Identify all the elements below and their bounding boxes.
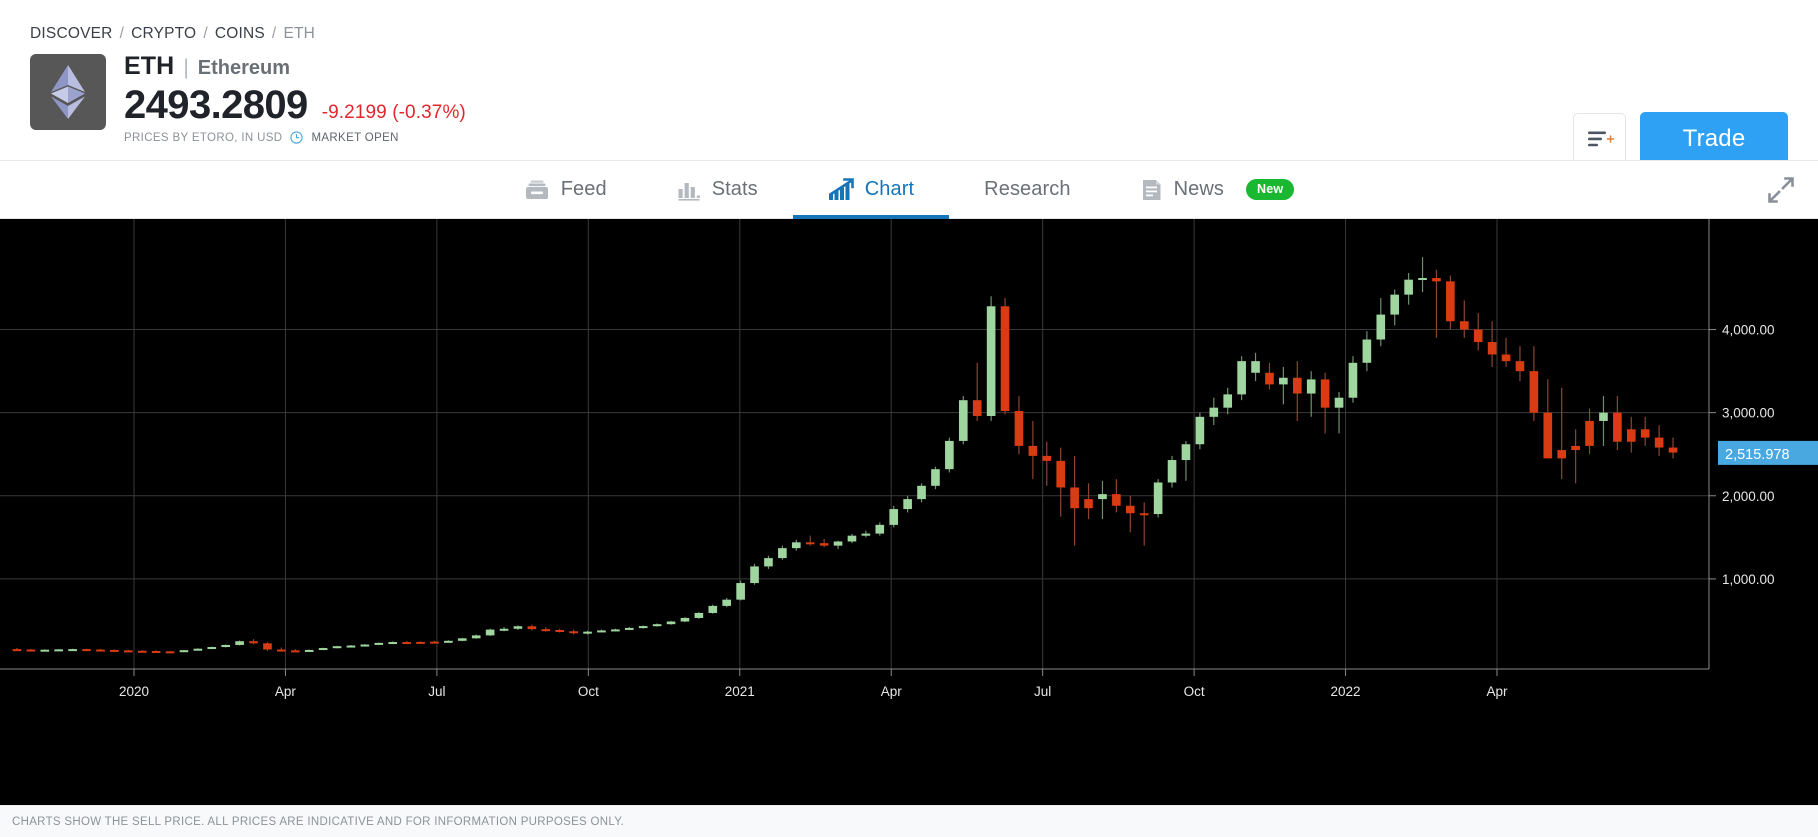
tab-label-research: Research	[984, 178, 1071, 200]
chart-disclaimer: CHARTS SHOW THE SELL PRICE. ALL PRICES A…	[0, 805, 1818, 837]
tab-stats[interactable]: Stats	[642, 161, 793, 218]
trade-button[interactable]: Trade	[1640, 112, 1788, 165]
svg-text:2020: 2020	[119, 684, 149, 699]
instrument-tabbar: Feed Stats Chart Research News New	[0, 160, 1818, 219]
price-change: -9.2199 (-0.37%)	[321, 102, 466, 123]
svg-text:Apr: Apr	[1486, 684, 1508, 699]
breadcrumb-item-discover[interactable]: DISCOVER	[30, 25, 113, 43]
svg-text:1,000.00: 1,000.00	[1722, 572, 1775, 587]
price-source-note: PRICES BY ETORO, IN USD	[124, 131, 283, 144]
news-doc-icon	[1141, 178, 1163, 202]
instrument-title: ETH | Ethereum	[124, 54, 466, 79]
breadcrumb-item-crypto[interactable]: CRYPTO	[131, 25, 196, 43]
ethereum-diamond-icon	[51, 65, 85, 119]
breadcrumb-separator: /	[203, 25, 208, 42]
instrument-logo	[30, 54, 106, 130]
breadcrumb-separator: /	[271, 25, 277, 42]
svg-text:Oct: Oct	[578, 684, 599, 699]
tab-label-news: News	[1173, 178, 1224, 200]
tab-news[interactable]: News New	[1106, 161, 1330, 218]
breadcrumb-item-coins[interactable]: COINS	[215, 25, 265, 43]
breadcrumb-separator: /	[119, 25, 125, 42]
chart-background	[0, 219, 1818, 702]
svg-text:2021: 2021	[725, 684, 755, 699]
instrument-header: ETH | Ethereum 2493.2809 -9.2199 (-0.37%…	[0, 44, 1818, 165]
instrument-title-divider: |	[183, 56, 189, 79]
clock-icon	[290, 131, 304, 144]
svg-text:3,000.00: 3,000.00	[1722, 406, 1775, 421]
add-to-watchlist-button[interactable]	[1573, 112, 1626, 165]
candlestick-chart-canvas[interactable]: 1,000.00 2,000.00 3,000.00 4,000.00 2020 Apr J…	[0, 219, 1818, 702]
instrument-symbol: ETH	[124, 52, 175, 80]
price-row: 2493.2809 -9.2199 (-0.37%)	[124, 84, 466, 126]
current-price-marker: 2,515.978	[1718, 440, 1818, 465]
price-chart[interactable]: 1,000.00 2,000.00 3,000.00 4,000.00 2020 Apr J…	[0, 219, 1818, 805]
expand-fullscreen-button[interactable]	[1766, 175, 1796, 205]
current-price: 2493.2809	[124, 83, 308, 127]
svg-text:2022: 2022	[1331, 684, 1361, 699]
tab-label-feed: Feed	[560, 178, 607, 200]
svg-text:Jul: Jul	[428, 684, 445, 699]
header-actions: Trade	[1573, 112, 1788, 165]
tab-feed[interactable]: Feed	[489, 161, 642, 218]
tab-research[interactable]: Research	[949, 161, 1105, 218]
svg-text:Oct: Oct	[1184, 684, 1205, 699]
chart-trend-icon	[828, 178, 854, 201]
instrument-name: Ethereum	[197, 57, 291, 79]
instrument-meta: ETH | Ethereum 2493.2809 -9.2199 (-0.37%…	[124, 52, 466, 144]
svg-text:Jul: Jul	[1034, 684, 1051, 699]
breadcrumb: DISCOVER / CRYPTO / COINS / ETH	[0, 0, 1818, 44]
svg-text:2,515.978: 2,515.978	[1725, 447, 1790, 463]
price-subtitle: PRICES BY ETORO, IN USD MARKET OPEN	[124, 131, 466, 144]
tab-label-stats: Stats	[711, 178, 758, 200]
stats-bars-icon	[677, 179, 701, 201]
svg-text:Apr: Apr	[275, 684, 297, 699]
tab-chart[interactable]: Chart	[792, 161, 950, 219]
market-status: MARKET OPEN	[311, 131, 399, 144]
breadcrumb-item-eth[interactable]: ETH	[283, 25, 315, 43]
tab-label-chart: Chart	[864, 178, 915, 200]
etoro-instrument-page: DISCOVER / CRYPTO / COINS / ETH ETH | Et…	[0, 0, 1818, 837]
svg-text:Apr: Apr	[881, 684, 903, 699]
svg-text:4,000.00: 4,000.00	[1722, 323, 1775, 338]
svg-text:2,000.00: 2,000.00	[1722, 489, 1775, 504]
news-new-badge: New	[1246, 179, 1295, 200]
feed-icon	[524, 179, 550, 201]
expand-fullscreen-icon	[1768, 176, 1794, 203]
add-to-watchlist-icon	[1587, 131, 1614, 146]
